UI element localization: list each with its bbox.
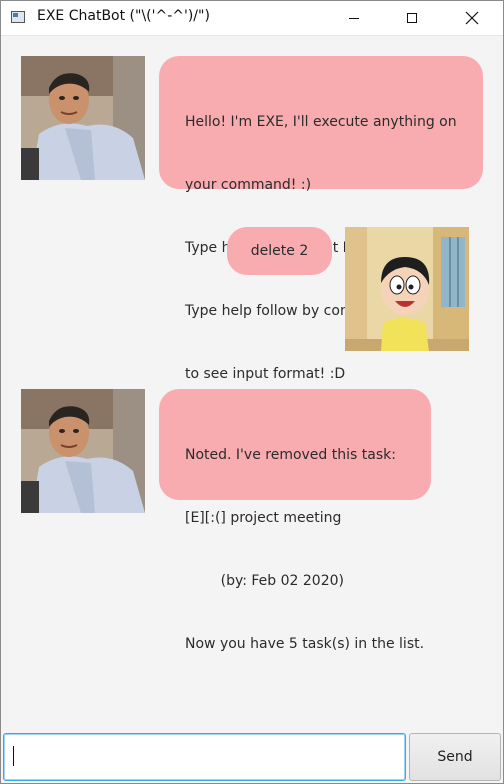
close-button[interactable] <box>449 1 495 35</box>
bot-message-bubble: Noted. I've removed this task: [E][:(] p… <box>159 389 431 652</box>
message-line: (by: Feb 02 2020) <box>185 573 344 589</box>
message-line: your command! :) <box>185 177 312 193</box>
text-caret <box>13 746 14 766</box>
message-line: to see input format! :D <box>185 366 346 382</box>
message-line: [E][:(] project meeting <box>185 510 342 526</box>
message-line: Hello! I'm EXE, I'll execute anything on <box>185 114 457 130</box>
maximize-button[interactable] <box>389 1 435 35</box>
user-message-bubble: delete 2 <box>227 227 332 275</box>
chatbot-window: EXE ChatBot ("\('^-^')/") Hello! I'm EXE… <box>0 0 504 784</box>
message-input[interactable] <box>3 733 406 781</box>
minimize-button[interactable] <box>331 1 377 35</box>
bot-message-bubble: Hello! I'm EXE, I'll execute anything on… <box>159 56 483 382</box>
chat-scroll-area[interactable]: Hello! I'm EXE, I'll execute anything on… <box>1 36 503 732</box>
bot-avatar-image <box>21 56 145 180</box>
window-title: EXE ChatBot ("\('^-^')/") <box>37 8 210 24</box>
title-bar[interactable]: EXE ChatBot ("\('^-^')/") <box>1 1 503 36</box>
minimize-icon <box>349 17 359 19</box>
bot-avatar-image <box>21 389 145 513</box>
bot-avatar <box>21 389 145 513</box>
app-window-icon <box>11 11 25 23</box>
message-line: delete 2 <box>250 242 309 259</box>
maximize-icon <box>407 13 417 23</box>
send-button[interactable]: Send <box>409 733 501 781</box>
user-avatar <box>345 227 469 351</box>
close-icon <box>465 11 479 25</box>
message-line: Now you have 5 task(s) in the list. <box>185 636 425 652</box>
user-avatar-image <box>345 227 469 351</box>
message-line: Noted. I've removed this task: <box>185 447 396 463</box>
input-bar: Send <box>1 732 503 783</box>
bot-avatar <box>21 56 145 180</box>
